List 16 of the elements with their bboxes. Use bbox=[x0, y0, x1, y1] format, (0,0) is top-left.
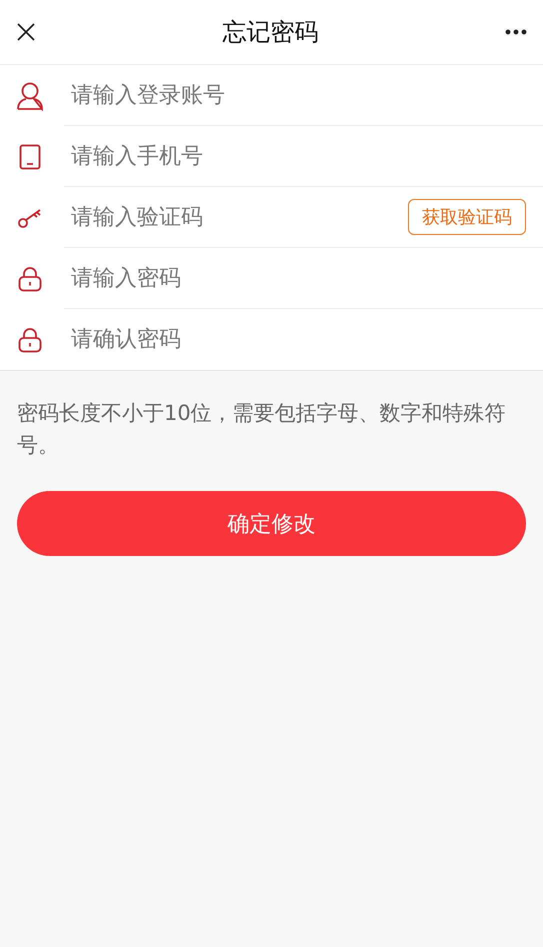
lock-icon bbox=[18, 266, 42, 292]
page-title: 忘记密码 bbox=[222, 17, 318, 48]
input-field[interactable]: 请确认密码 bbox=[64, 327, 526, 352]
password-hint: 密码长度不小于10位，需要包括字母、数字和特殊符号。 bbox=[17, 400, 507, 459]
phone-icon bbox=[19, 144, 41, 170]
close-icon[interactable] bbox=[16, 22, 36, 42]
input-field[interactable]: 请输入密码 bbox=[64, 266, 526, 290]
input-field[interactable]: 请输入登录账号 bbox=[64, 82, 526, 108]
get-code-button[interactable]: 获取验证码 bbox=[408, 199, 526, 235]
key-icon bbox=[17, 206, 43, 228]
input-field[interactable]: 请输入验证码 bbox=[64, 204, 408, 230]
input-field[interactable]: 请输入手机号 bbox=[64, 144, 526, 168]
more-icon[interactable] bbox=[505, 29, 527, 35]
confirm-button[interactable]: 确定修改 bbox=[17, 491, 526, 556]
lock-icon bbox=[18, 326, 42, 352]
user-icon bbox=[16, 80, 44, 110]
